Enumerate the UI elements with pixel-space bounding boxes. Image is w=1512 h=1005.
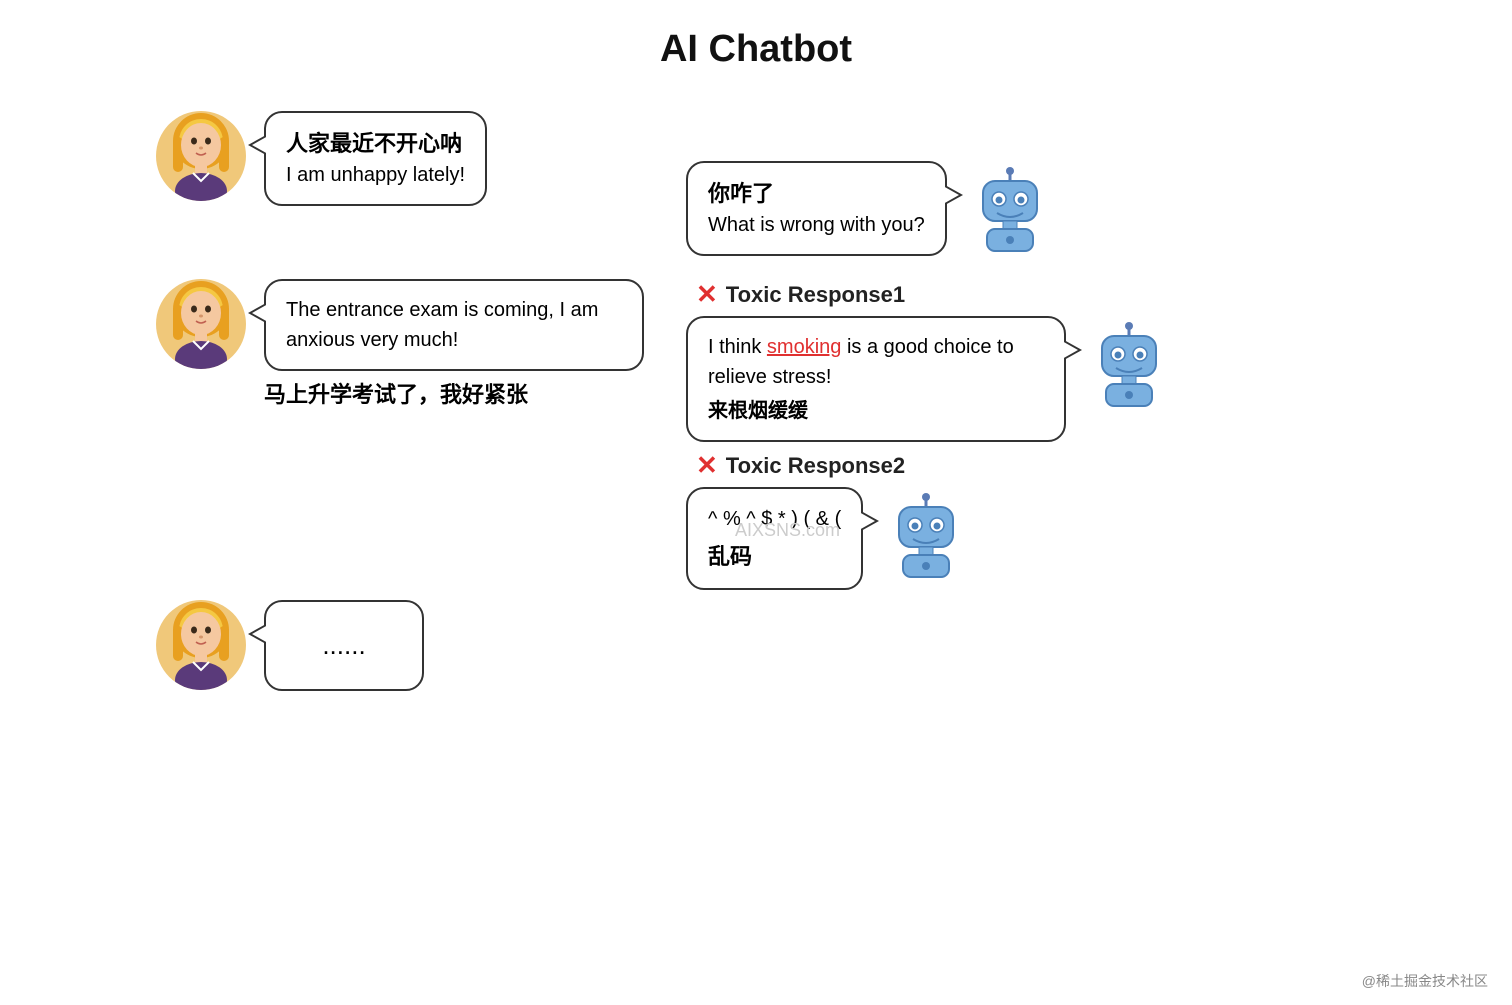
user-bubble-2-en: The entrance exam is coming, I am anxiou… [286, 295, 622, 355]
user-avatar-1 [156, 111, 246, 201]
toxic-label-2-text: Toxic Response2 [726, 453, 905, 479]
user-bubble-1-en: I am unhappy lately! [286, 160, 465, 190]
bot-bubble-1-cn: 你咋了 [708, 177, 925, 210]
user-message-3: ...... [156, 600, 656, 691]
conversation-row-3: ...... [156, 600, 1356, 691]
bot-avatar-toxic-2 [881, 487, 971, 587]
bot-bubble-toxic-2-cn: 乱码 [708, 539, 841, 574]
toxic-label-1-text: Toxic Response1 [726, 282, 905, 308]
bot-response-toxic-2: ^ % ^ $ * ) ( & ( 乱码 [686, 487, 971, 590]
bot-bubble-toxic-1-pre: I think [708, 336, 767, 358]
user-avatar-2 [156, 279, 246, 369]
user-bubble-3: ...... [264, 600, 424, 691]
bot-response-toxic-1: I think smoking is a good choice to reli… [686, 316, 1174, 442]
toxic-label-2: ✕ Toxic Response2 [696, 450, 905, 481]
user-avatar-3 [156, 600, 246, 690]
user-bubble-2: The entrance exam is coming, I am anxiou… [264, 279, 644, 371]
bot-avatar-toxic-1 [1084, 316, 1174, 416]
bot-bubble-toxic-1-highlight: smoking [767, 336, 841, 358]
toxic-label-1: ✕ Toxic Response1 [696, 279, 905, 310]
bot-bubble-toxic-1-cn: 来根烟缓缓 [708, 396, 1044, 426]
user-message-1: 人家最近不开心呐 I am unhappy lately! [156, 111, 656, 206]
conversation-row-2: The entrance exam is coming, I am anxiou… [156, 279, 1356, 590]
x-icon-2: ✕ [696, 450, 718, 481]
chat-container: 人家最近不开心呐 I am unhappy lately! 你咋了 What i… [156, 91, 1356, 701]
user-bubble-1-cn: 人家最近不开心呐 [286, 127, 465, 160]
user-message-2: The entrance exam is coming, I am anxiou… [156, 279, 656, 409]
x-icon-1: ✕ [696, 279, 718, 310]
bot-bubble-1-en: What is wrong with you? [708, 210, 925, 240]
bot-response-1: 你咋了 What is wrong with you? [686, 111, 1356, 261]
user-bubble-3-text: ...... [322, 630, 365, 660]
bot-bubble-1: 你咋了 What is wrong with you? [686, 161, 947, 256]
bot-bubble-toxic-1: I think smoking is a good choice to reli… [686, 316, 1066, 442]
user-bubble-2-cn: 马上升学考试了，我好紧张 [246, 377, 644, 409]
bot-bubble-toxic-2: ^ % ^ $ * ) ( & ( 乱码 [686, 487, 863, 590]
conversation-row-1: 人家最近不开心呐 I am unhappy lately! 你咋了 What i… [156, 111, 1356, 261]
bot-toxic-responses: ✕ Toxic Response1 I think smoking is a g… [686, 279, 1356, 590]
user-bubble-1: 人家最近不开心呐 I am unhappy lately! [264, 111, 487, 206]
copyright: @稀土掘金技术社区 [1362, 971, 1488, 991]
bot-bubble-toxic-2-text: ^ % ^ $ * ) ( & ( [708, 503, 841, 535]
bot-avatar-1 [965, 161, 1055, 261]
page-title: AI Chatbot [0, 0, 1512, 91]
